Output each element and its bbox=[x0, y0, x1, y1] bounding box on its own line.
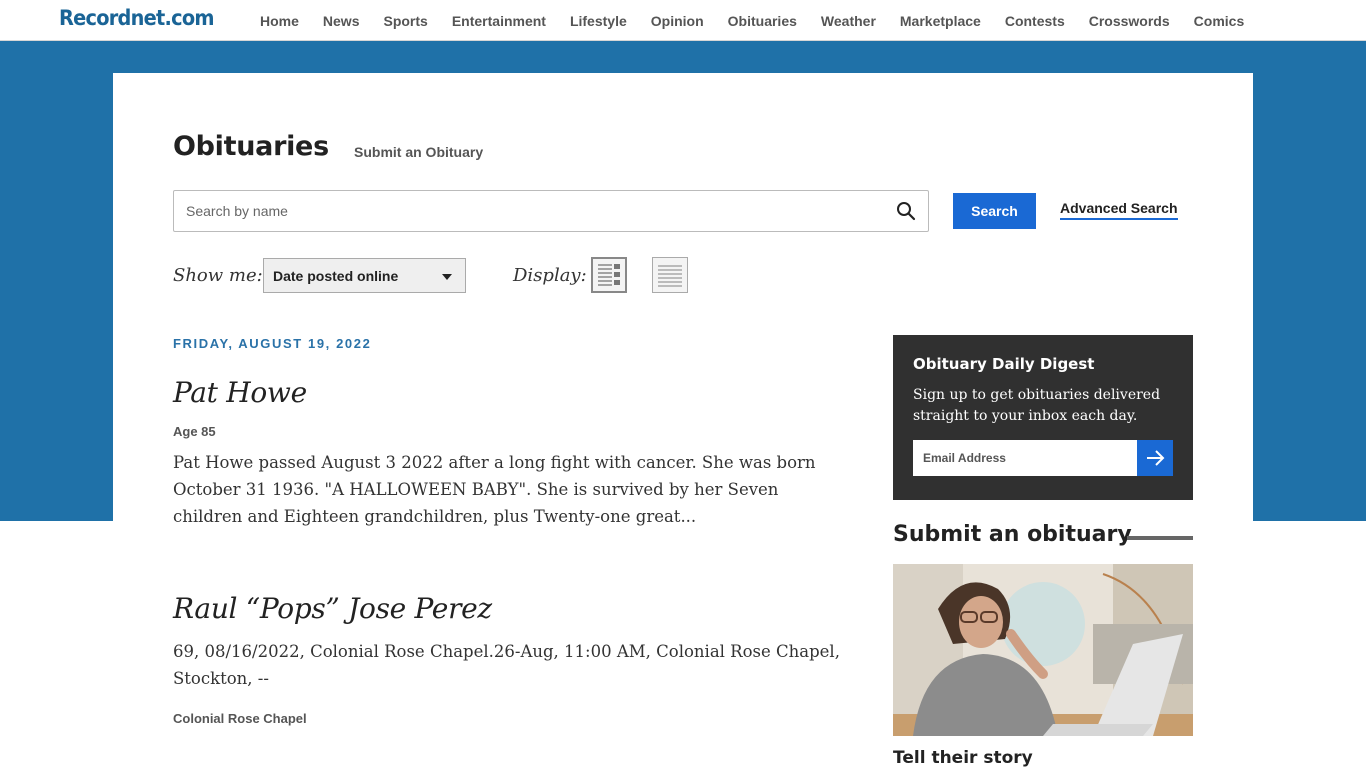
show-me-value: Date posted online bbox=[273, 268, 399, 284]
show-me-label: Show me: bbox=[173, 265, 263, 286]
heading-rule bbox=[1127, 536, 1193, 540]
main-content: Obituaries Submit an Obituary Search Adv… bbox=[0, 0, 1366, 768]
display-label: Display: bbox=[513, 265, 587, 286]
display-thumbnail-view-button[interactable] bbox=[591, 257, 627, 293]
submit-obituary-link[interactable]: Submit an Obituary bbox=[354, 144, 483, 160]
search-icon[interactable] bbox=[896, 201, 916, 221]
text-list-icon bbox=[658, 265, 682, 287]
tell-their-story-link[interactable]: Tell their story bbox=[893, 748, 1033, 768]
obituary-digest-signup: Obituary Daily Digest Sign up to get obi… bbox=[893, 335, 1193, 500]
list-with-images-icon bbox=[598, 264, 620, 286]
woman-at-laptop-photo bbox=[893, 564, 1193, 736]
obituary-excerpt: 69, 08/16/2022, Colonial Rose Chapel.26-… bbox=[173, 642, 840, 688]
submit-obituary-heading: Submit an obituary bbox=[893, 522, 1132, 547]
search-button[interactable]: Search bbox=[953, 193, 1036, 229]
subscribe-button[interactable] bbox=[1137, 440, 1173, 476]
email-field[interactable] bbox=[913, 440, 1137, 476]
display-text-view-button[interactable] bbox=[652, 257, 688, 293]
obituary-excerpt: Pat Howe passed August 3 2022 after a lo… bbox=[173, 453, 816, 526]
obituary-name-link[interactable]: Raul “Pops” Jose Perez bbox=[173, 592, 492, 625]
advanced-search-link[interactable]: Advanced Search bbox=[1060, 200, 1178, 220]
digest-description: Sign up to get obituaries delivered stra… bbox=[913, 387, 1161, 424]
search-box bbox=[173, 190, 929, 232]
show-me-dropdown[interactable]: Date posted online bbox=[263, 258, 466, 293]
submit-obituary-image[interactable] bbox=[893, 564, 1193, 736]
obituary-age: Age 85 bbox=[173, 424, 216, 439]
funeral-home-name: Colonial Rose Chapel bbox=[173, 711, 307, 726]
arrow-right-icon bbox=[1147, 450, 1165, 466]
obituary-name-link[interactable]: Pat Howe bbox=[173, 376, 307, 409]
digest-title: Obituary Daily Digest bbox=[913, 355, 1095, 373]
caret-down-icon bbox=[442, 274, 452, 280]
page-title: Obituaries bbox=[173, 131, 329, 162]
date-heading: FRIDAY, AUGUST 19, 2022 bbox=[173, 336, 372, 351]
search-input[interactable] bbox=[174, 191, 874, 231]
